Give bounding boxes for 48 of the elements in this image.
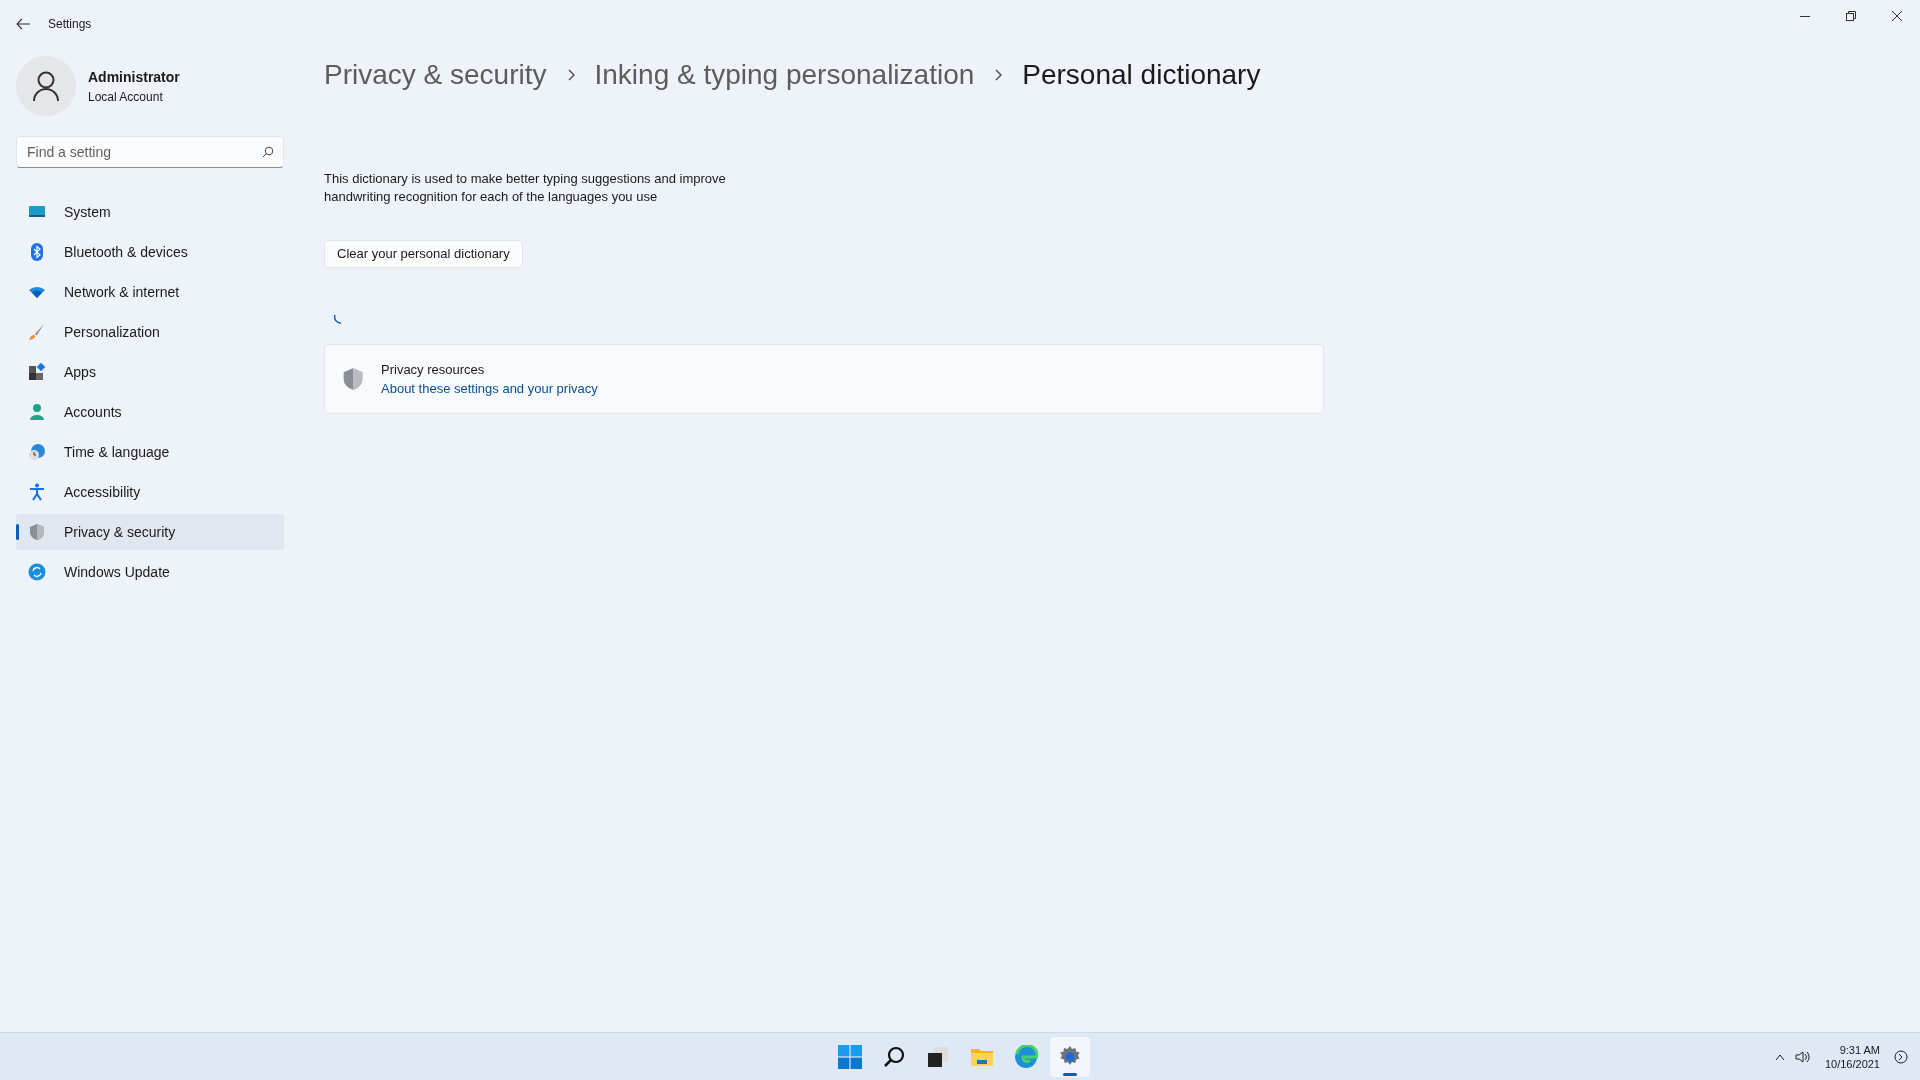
restore-icon [1846, 11, 1856, 21]
account-type: Local Account [88, 88, 164, 106]
sidebar-item[interactable]: Personalization [16, 314, 284, 350]
sidebar-item[interactable]: Network & internet [16, 274, 284, 310]
back-arrow-icon[interactable] [16, 18, 30, 30]
sidebar-item[interactable]: Time & language [16, 434, 284, 470]
sidebar-item[interactable]: System [16, 194, 284, 230]
sidebar-item[interactable]: Accounts [16, 394, 284, 430]
sidebar-item[interactable]: Bluetooth & devices [16, 234, 284, 270]
loading-spinner-icon [334, 314, 344, 324]
sidebar-item[interactable]: Windows Update [16, 554, 284, 590]
search-icon [882, 1044, 906, 1069]
apps-icon [28, 363, 46, 381]
shield-icon [28, 523, 46, 541]
person-icon [28, 403, 46, 421]
accessibility-icon [28, 483, 46, 501]
notification-icon[interactable] [1894, 1049, 1908, 1064]
browser-icon [1014, 1044, 1038, 1069]
sidebar-item[interactable]: Apps [16, 354, 284, 390]
breadcrumb-link[interactable]: Privacy & security [324, 54, 547, 96]
clear-dictionary-button[interactable]: Clear your personal dictionary [324, 240, 523, 268]
search-icon [262, 146, 274, 158]
stacked-windows-icon [926, 1044, 950, 1069]
privacy-link[interactable]: About these settings and your privacy [381, 379, 598, 399]
window-title: Settings [48, 16, 92, 33]
sidebar-item[interactable]: Accessibility [16, 474, 284, 510]
refresh-icon [28, 563, 46, 581]
windows-logo-icon [838, 1044, 862, 1069]
account-name: Administrator [88, 67, 180, 87]
clock[interactable]: 9:31 AM 10/16/2021 [1820, 1042, 1884, 1071]
shield-icon [341, 367, 365, 391]
bluetooth-icon [28, 243, 46, 261]
description-text: This dictionary is used to make better typing suggestions and improve handwriting recognition for each of the languages you use [324, 170, 727, 206]
selection-indicator [16, 524, 19, 540]
sidebar-item[interactable]: Privacy & security [16, 514, 284, 550]
chevron-right-icon [566, 69, 575, 81]
chevron-up-icon[interactable] [1774, 1052, 1785, 1061]
card-title: Privacy resources [381, 360, 486, 379]
chevron-right-icon [994, 69, 1003, 81]
person-icon [32, 71, 60, 101]
running-indicator [1063, 1072, 1077, 1076]
breadcrumb-link[interactable]: Inking & typing personalization [594, 54, 975, 96]
search-field[interactable]: Find a setting [16, 136, 284, 168]
minimize-icon [1800, 15, 1810, 17]
page-title: Personal dictionary [1022, 58, 1261, 92]
globe-clock-icon [28, 443, 46, 461]
speaker-icon[interactable] [1794, 1049, 1811, 1064]
close-icon [1892, 11, 1902, 21]
